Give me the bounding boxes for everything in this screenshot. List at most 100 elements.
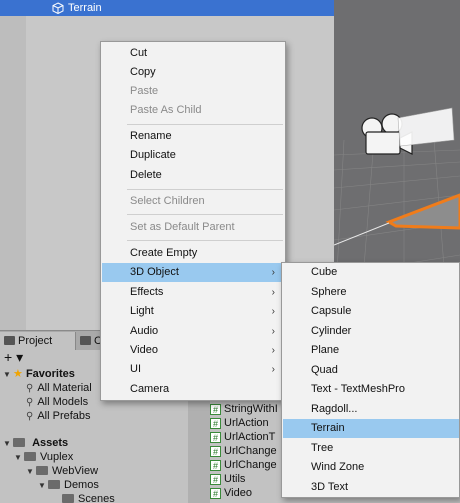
tree-item[interactable]: Scenes (62, 492, 115, 503)
menu-item-paste-as-child[interactable]: Paste As Child (102, 101, 285, 120)
submenu-item-label: Cylinder (311, 325, 352, 337)
submenu-item-wind-zone[interactable]: Wind Zone (283, 458, 459, 477)
file-item-label: UrlAction (224, 417, 269, 429)
expand-arrow-icon[interactable]: ▼ (26, 465, 36, 479)
submenu-item-label: Wind Zone (311, 461, 365, 473)
file-item[interactable]: # UrlChange (210, 444, 277, 458)
submenu-item-sphere[interactable]: Sphere (283, 283, 459, 302)
add-button[interactable]: + ▾ (4, 350, 23, 364)
menu-item-delete[interactable]: Delete (102, 166, 285, 185)
menu-item-duplicate[interactable]: Duplicate (102, 146, 285, 165)
search-icon: ⚲ (26, 397, 34, 408)
folder-icon (4, 336, 15, 345)
submenu-item-label: Terrain (311, 422, 345, 434)
tree-assets[interactable]: ▼ Assets (3, 436, 68, 450)
chevron-right-icon: › (271, 326, 275, 337)
menu-item-label: Light (130, 305, 154, 317)
menu-item-create-empty[interactable]: Create Empty (102, 244, 285, 263)
file-item-label: Utils (224, 473, 246, 485)
submenu-item-terrain[interactable]: Terrain (283, 419, 459, 438)
tree-item-label: Demos (64, 479, 99, 491)
menu-item-camera[interactable]: Camera (102, 380, 285, 399)
menu-item-label: Duplicate (130, 149, 176, 161)
expand-arrow-icon[interactable]: ▼ (14, 451, 24, 465)
file-item-label: UrlActionT (224, 431, 276, 443)
tree-item[interactable]: ▼ WebView (26, 464, 98, 478)
expand-arrow-icon[interactable]: ▼ (3, 437, 13, 451)
file-item[interactable]: # UrlChange (210, 458, 277, 472)
submenu-item-label: Sphere (311, 286, 347, 298)
menu-item-label: Camera (130, 383, 170, 395)
tree-item[interactable]: ▼ Demos (38, 478, 99, 492)
tree-item-label: All Models (37, 396, 89, 408)
menu-item-copy[interactable]: Copy (102, 63, 285, 82)
submenu-item-3d-text[interactable]: 3D Text (283, 478, 459, 497)
submenu-3d-object: Cube Sphere Capsule Cylinder Plane Quad … (281, 262, 460, 498)
menu-item-video[interactable]: Video › (102, 341, 285, 360)
menu-item-label: Effects (130, 286, 164, 298)
submenu-item-label: Capsule (311, 305, 352, 317)
folder-icon (36, 466, 48, 475)
menu-item-paste[interactable]: Paste (102, 82, 285, 101)
menu-item-ui[interactable]: UI › (102, 360, 285, 379)
submenu-item-plane[interactable]: Plane (283, 341, 459, 360)
expand-arrow-icon[interactable]: ▼ (3, 368, 13, 382)
tree-item[interactable]: ⚲ All Prefabs (26, 409, 91, 423)
menu-item-rename[interactable]: Rename (102, 127, 285, 146)
file-item[interactable]: # Video (210, 486, 252, 500)
script-icon: # (210, 460, 221, 471)
menu-item-label: Cut (130, 47, 148, 59)
menu-item-audio[interactable]: Audio › (102, 322, 285, 341)
menu-separator (127, 214, 283, 215)
tree-item[interactable]: ⚲ All Material (26, 381, 92, 395)
search-icon: ⚲ (26, 411, 34, 422)
menu-item-label: UI (130, 363, 141, 375)
tree-item[interactable]: ▼ Vuplex (14, 450, 73, 464)
menu-item-select-children[interactable]: Select Children (102, 192, 285, 211)
menu-item-cut[interactable]: Cut (102, 44, 285, 63)
tree-item-label: All Material (37, 382, 92, 394)
menu-item-light[interactable]: Light › (102, 302, 285, 321)
file-item[interactable]: # UrlActionT (210, 430, 275, 444)
menu-item-label: Copy (130, 66, 156, 78)
tree-item-label: Vuplex (40, 451, 74, 463)
search-icon: ⚲ (26, 383, 34, 394)
tree-favorites[interactable]: ▼ ★ Favorites (3, 367, 75, 381)
submenu-item-textmeshpro[interactable]: Text - TextMeshPro (283, 380, 459, 399)
submenu-item-capsule[interactable]: Capsule (283, 302, 459, 321)
submenu-item-quad[interactable]: Quad (283, 361, 459, 380)
folder-icon (24, 452, 36, 461)
submenu-item-label: 3D Text (311, 481, 349, 493)
folder-icon (62, 494, 74, 503)
chevron-right-icon: › (271, 287, 275, 298)
menu-item-label: Paste (130, 85, 159, 97)
folder-icon (48, 480, 60, 489)
submenu-item-ragdoll[interactable]: Ragdoll... (283, 400, 459, 419)
file-item[interactable]: # StringWithI (210, 402, 278, 416)
submenu-item-label: Tree (311, 442, 334, 454)
chevron-right-icon: › (271, 306, 275, 317)
submenu-item-tree[interactable]: Tree (283, 439, 459, 458)
submenu-item-cylinder[interactable]: Cylinder (283, 322, 459, 341)
hierarchy-item-label: Terrain (68, 2, 102, 14)
menu-item-set-default-parent[interactable]: Set as Default Parent (102, 218, 285, 237)
tab-project-label: Project (18, 335, 53, 347)
file-item-label: UrlChange (224, 445, 277, 457)
hierarchy-item-terrain[interactable]: Terrain (0, 0, 334, 16)
menu-item-label: Paste As Child (130, 104, 202, 116)
submenu-item-cube[interactable]: Cube (283, 263, 459, 282)
file-item[interactable]: # UrlAction (210, 416, 269, 430)
menu-separator (127, 189, 283, 190)
console-icon (80, 336, 91, 345)
expand-arrow-icon[interactable]: ▼ (38, 479, 48, 493)
menu-item-effects[interactable]: Effects › (102, 283, 285, 302)
chevron-right-icon: › (271, 267, 275, 278)
file-item-label: UrlChange (224, 459, 277, 471)
menu-item-label: Audio (130, 325, 159, 337)
folder-icon (13, 438, 25, 447)
file-item[interactable]: # Utils (210, 472, 245, 486)
script-icon: # (210, 418, 221, 429)
tree-item-label: WebView (52, 465, 99, 477)
menu-item-3d-object[interactable]: 3D Object › (102, 263, 285, 282)
tree-item[interactable]: ⚲ All Models (26, 395, 88, 409)
